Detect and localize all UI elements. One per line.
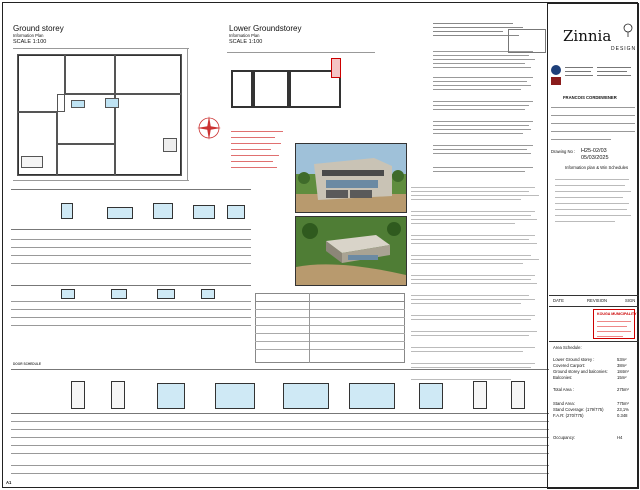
area-row-label: Balconies:	[553, 375, 573, 380]
area-row-label: Covered Carport:	[553, 363, 586, 368]
drawing-no-label: Drawing No :	[551, 149, 576, 154]
occupancy-value: H4	[617, 435, 623, 440]
tree-icon	[623, 23, 633, 37]
brand-sub: DESIGN	[611, 46, 637, 52]
finishes-table	[255, 293, 405, 363]
revision-sign-header: SIGN	[625, 298, 636, 303]
brand-name: Zinnia	[563, 27, 612, 45]
area-row-value: 184m²	[617, 369, 629, 374]
drawing-title: Information plan & Win Schedules	[565, 165, 629, 170]
area-row-value: 53m²	[617, 357, 627, 362]
brand-logo: Zinnia DESIGN	[563, 23, 639, 61]
revision-table: DATE REVISION SIGN	[549, 295, 639, 307]
municipality-stamp-title: KOUGA MUNICIPALITY	[597, 312, 637, 316]
revision-header: REVISION	[587, 298, 608, 303]
total-area-value: 275m²	[617, 387, 629, 392]
drawing-no: H25-02/03	[581, 148, 607, 154]
drawing-sheet: Ground storey Information Plan SCALE 1:1…	[2, 2, 639, 490]
ground-floor-plan	[13, 48, 193, 183]
lower-plan-title: Lower Groundstorey	[229, 24, 302, 33]
specification-notes	[411, 183, 545, 383]
lower-plan-scale: SCALE 1:100	[229, 39, 263, 45]
area-schedule-title: Area Schedule:	[553, 345, 582, 350]
window-schedule-grid	[11, 189, 251, 339]
legend-box	[508, 29, 546, 53]
occupancy-label: Occupancy:	[553, 435, 576, 440]
municipality-stamp: KOUGA MUNICIPALITY	[593, 309, 637, 339]
ground-plan-scale: SCALE 1:100	[13, 39, 47, 45]
area-row-label: Ground storey and balconies:	[553, 369, 608, 374]
area-schedule: Area Schedule: Lower Ground storey : 53m…	[549, 341, 639, 490]
title-block-notes	[551, 175, 635, 295]
area-row-value: 38m²	[617, 363, 627, 368]
total-area-label: Total Area :	[553, 387, 574, 392]
stand-row-value: 23,1%	[617, 407, 629, 412]
signature-lines	[551, 103, 635, 147]
door-schedule-grid	[11, 369, 549, 481]
area-row-label: Lower Ground storey :	[553, 357, 595, 362]
lower-floor-plan	[227, 48, 377, 118]
area-row-value: 15m²	[617, 375, 627, 380]
sheet-size: A1	[6, 480, 12, 485]
render-view-aerial	[295, 216, 407, 286]
render-view-front	[295, 143, 407, 213]
area-notes-block	[231, 127, 291, 185]
ground-plan-subtitle: Information Plan	[13, 33, 44, 38]
consultant-name: FRANCOIS CORDEWENER	[563, 95, 617, 100]
revision-date-header: DATE	[553, 298, 564, 303]
lower-plan-subtitle: Information Plan	[229, 33, 260, 38]
stand-row-value: 0.348	[617, 413, 628, 418]
ground-plan-title: Ground storey	[13, 24, 64, 33]
stand-row-label: F.A.R: (270/775)	[553, 413, 584, 418]
drawing-date: 05/03/2025	[581, 155, 609, 161]
stand-row-label: Stand Coverage: (179/775)	[553, 407, 604, 412]
sacap-registration	[551, 65, 635, 85]
stand-row-label: Stand Area:	[553, 401, 575, 406]
door-schedule-title: DOOR SCHEDULE	[13, 362, 41, 366]
north-arrow-icon	[196, 115, 222, 141]
stand-row-value: 775m²	[617, 401, 629, 406]
